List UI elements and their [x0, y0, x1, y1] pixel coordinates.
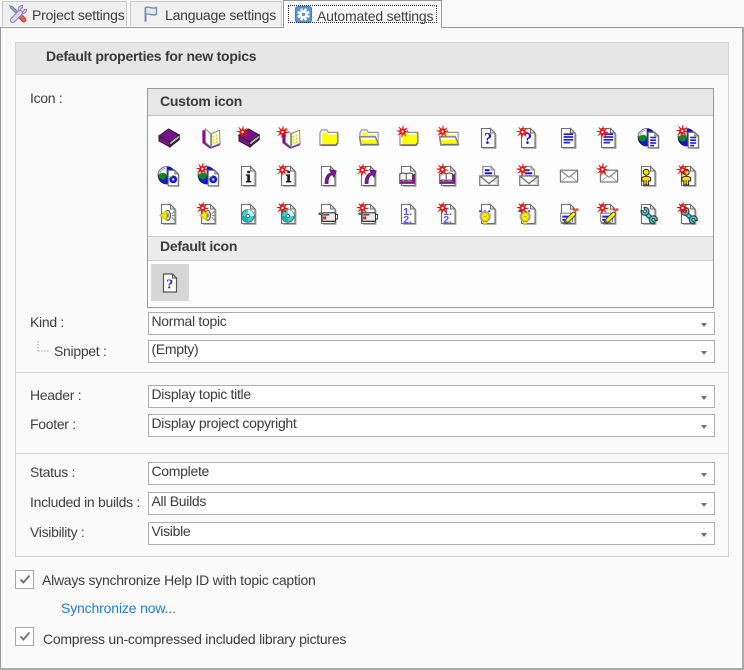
- svg-text:?: ?: [166, 277, 173, 292]
- svg-text:2.: 2.: [403, 214, 412, 226]
- svg-text:2.: 2.: [443, 214, 452, 226]
- svg-text:?: ?: [484, 129, 492, 148]
